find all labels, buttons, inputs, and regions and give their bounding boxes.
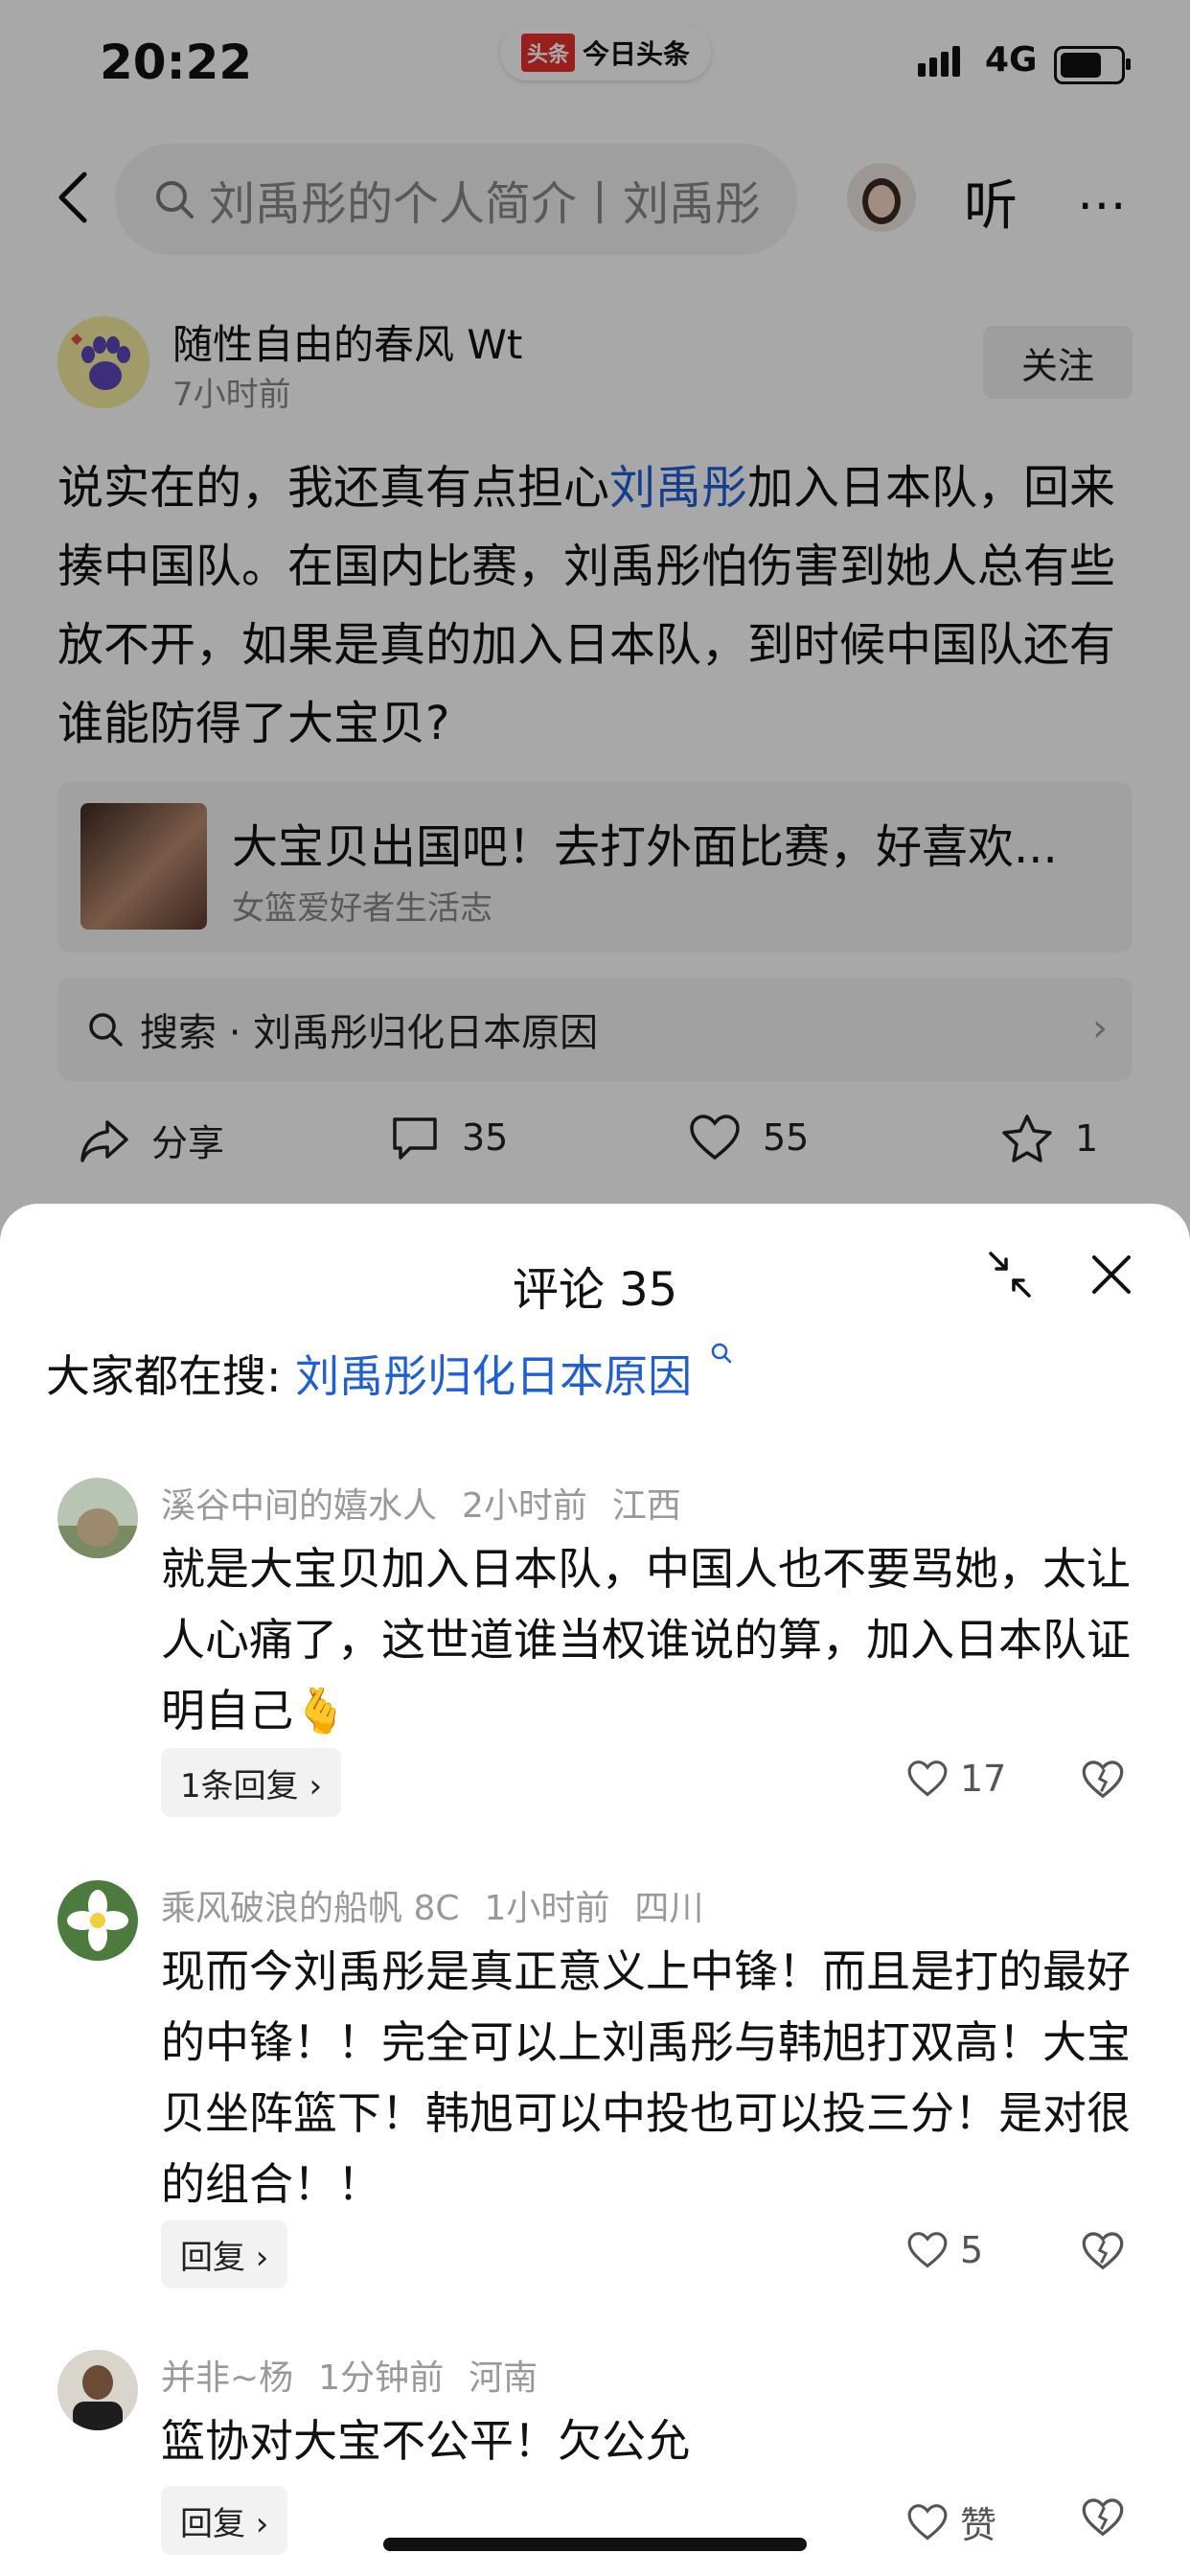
heart-icon	[907, 2503, 948, 2540]
comment-like-count: 赞	[960, 2504, 997, 2546]
heart-icon	[907, 1760, 948, 1797]
search-icon	[711, 1343, 731, 1364]
comment-like-button[interactable]: 赞	[906, 2496, 996, 2548]
comment-like-count: 17	[960, 1758, 1007, 1800]
hot-search: 大家都在搜: 刘禹彤归化日本原因	[46, 1342, 733, 1405]
comment-meta: 乘风破浪的船帆 8C 1小时前 四川	[161, 1880, 728, 1930]
commenter-name[interactable]: 并非~杨	[161, 2358, 293, 2398]
home-indicator[interactable]	[383, 2538, 807, 2551]
collapse-icon[interactable]	[985, 1250, 1035, 1300]
broken-heart-icon[interactable]	[1081, 2496, 1125, 2540]
commenter-name[interactable]: 溪谷中间的嬉水人	[161, 1486, 437, 1526]
comment-location: 江西	[611, 1486, 681, 1526]
comment-location: 四川	[634, 1889, 704, 1928]
comment-time: 1小时前	[484, 1889, 610, 1928]
comment-meta: 溪谷中间的嬉水人 2小时前 江西	[161, 1478, 706, 1528]
comment-location: 河南	[469, 2358, 538, 2398]
comment-time: 1分钟前	[318, 2358, 445, 2398]
reply-button[interactable]: 1条回复 ›	[161, 1748, 342, 1817]
hot-search-link[interactable]: 刘禹彤归化日本原因	[295, 1350, 692, 1402]
heart-icon	[907, 2232, 948, 2268]
commenter-avatar-image	[57, 2350, 138, 2430]
comment-sheet: 评论 35 大家都在搜: 刘禹彤归化日本原因 溪谷中间的嬉水人 2小时前 江西 就是…	[0, 1204, 1190, 2576]
comment-item: 溪谷中间的嬉水人 2小时前 江西 就是大宝贝加入日本队，中国人也不要骂她，太让人心痛…	[0, 1478, 1190, 1842]
commenter-avatar-image	[57, 1880, 138, 1961]
broken-heart-icon[interactable]	[1081, 1758, 1125, 1802]
comment-time: 2小时前	[462, 1486, 587, 1526]
comment-text: 篮协对大宝不公平！欠公允	[161, 2415, 690, 2467]
comment-item: 乘风破浪的船帆 8C 1小时前 四川 现而今刘禹彤是真正意义上中锋！而且是打的最好的…	[0, 1880, 1190, 2321]
comment-like-button[interactable]: 5	[906, 2229, 983, 2271]
commenter-avatar-image	[57, 1478, 138, 1558]
reply-button[interactable]: 回复 ›	[161, 2486, 288, 2555]
close-icon[interactable]	[1087, 1250, 1136, 1300]
commenter-avatar[interactable]	[57, 1880, 138, 1961]
reply-button[interactable]: 回复 ›	[161, 2220, 288, 2288]
commenter-avatar[interactable]	[57, 2350, 138, 2430]
commenter-name[interactable]: 乘风破浪的船帆 8C	[161, 1889, 460, 1928]
comment-text: 就是大宝贝加入日本队，中国人也不要骂她，太让人心痛了，这世道谁当权谁说的算，加入…	[161, 1543, 1131, 1736]
broken-heart-icon[interactable]	[1081, 2229, 1125, 2273]
comment-like-button[interactable]: 17	[906, 1758, 1006, 1800]
commenter-avatar[interactable]	[57, 1478, 138, 1558]
hot-search-label: 大家都在搜:	[46, 1350, 296, 1402]
comment-item: 并非~杨 1分钟前 河南 篮协对大宝不公平！欠公允 回复 › 赞	[0, 2350, 1190, 2561]
overlay-dim[interactable]	[0, 0, 1190, 1227]
comment-meta: 并非~杨 1分钟前 河南	[161, 2350, 562, 2400]
comment-like-count: 5	[960, 2229, 984, 2271]
comment-text: 现而今刘禹彤是真正意义上中锋！而且是打的最好的中锋！！完全可以上刘禹彤与韩旭打双…	[161, 1945, 1131, 2210]
